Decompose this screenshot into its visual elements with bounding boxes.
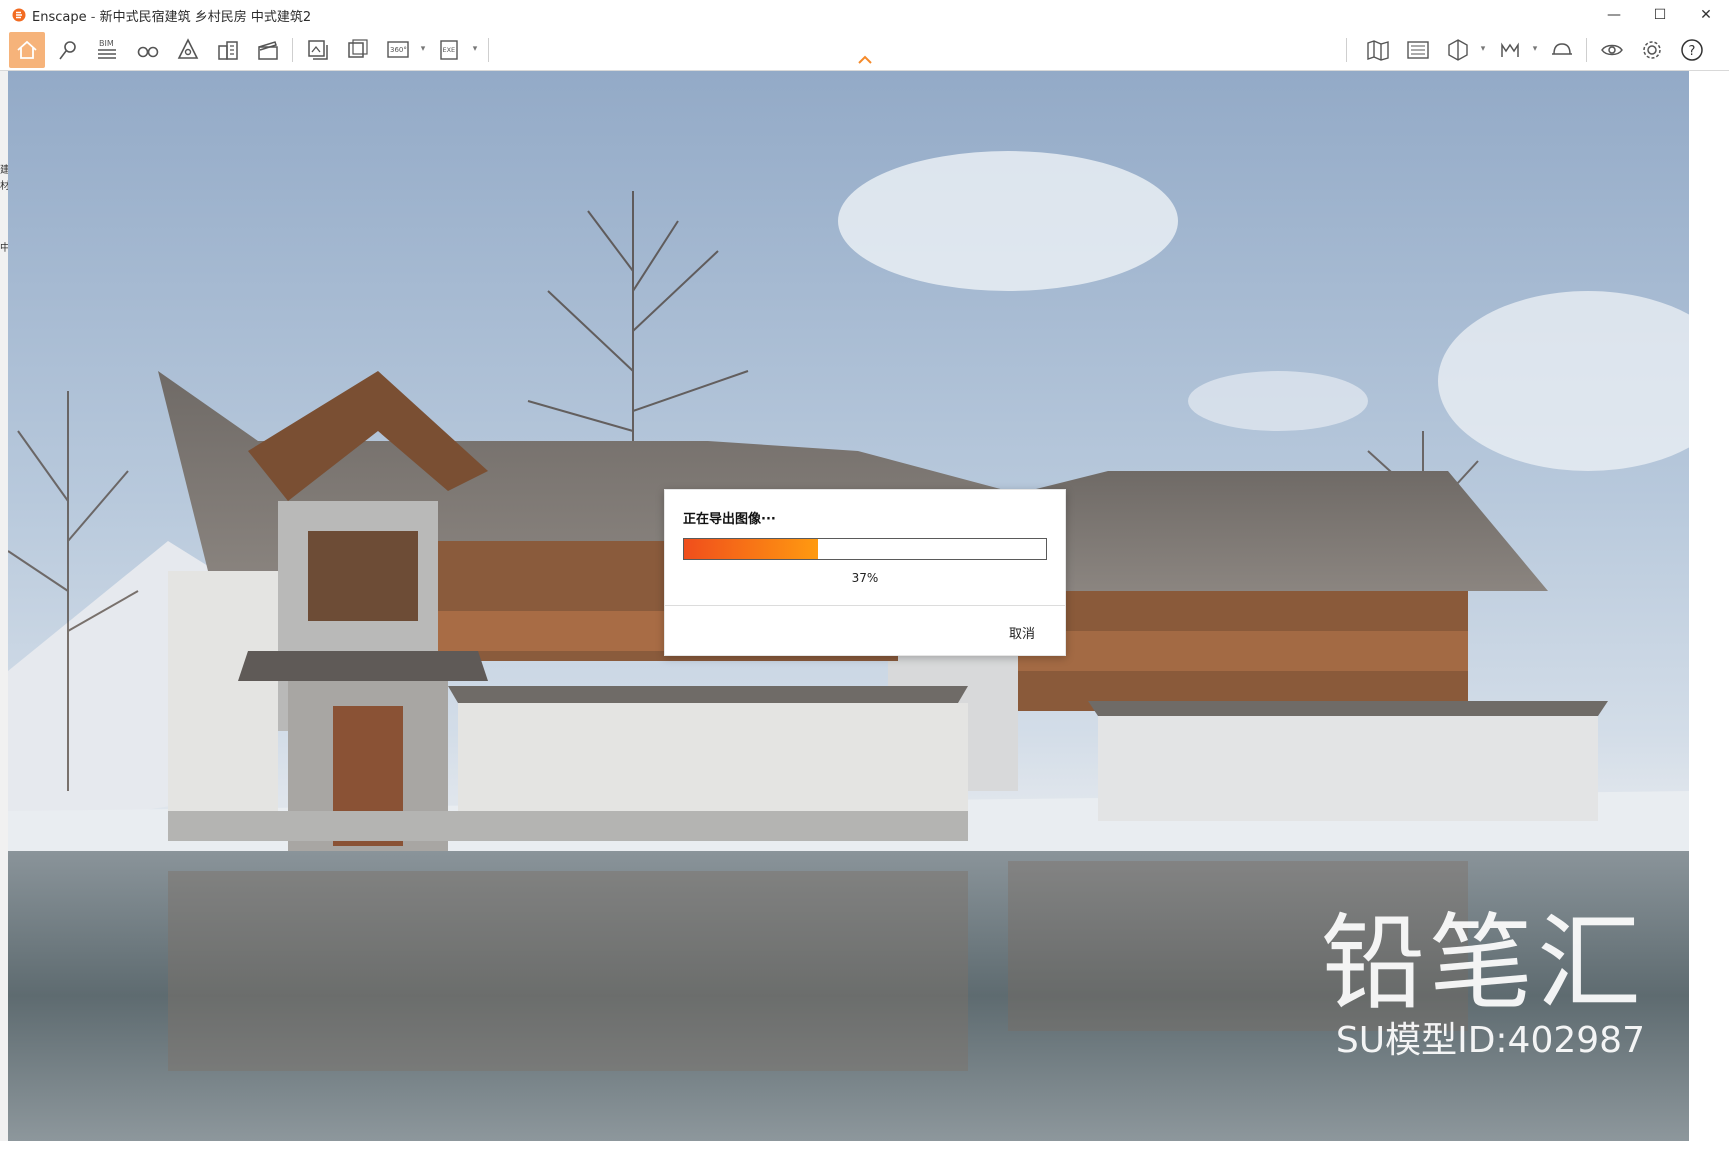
svg-text:?: ? bbox=[1689, 44, 1696, 59]
left-host-window-strip: 建 材 中 bbox=[0, 71, 10, 1141]
watermark-model-id: SU模型ID:402987 bbox=[1335, 1020, 1645, 1061]
asset-library-icon bbox=[177, 38, 199, 59]
home-icon bbox=[17, 40, 37, 59]
sections-dropdown-chevron-icon[interactable]: ▾ bbox=[1478, 44, 1488, 54]
collaborative-annotation-button[interactable] bbox=[1544, 32, 1580, 68]
cloud bbox=[838, 151, 1178, 291]
panorama-360-icon: 360° bbox=[387, 41, 409, 58]
batch-render-icon bbox=[348, 39, 368, 58]
map-button[interactable] bbox=[1360, 32, 1396, 68]
help-button[interactable]: ? bbox=[1674, 32, 1710, 68]
help-icon: ? bbox=[1681, 39, 1703, 61]
export-dropdown-chevron-icon[interactable]: ▾ bbox=[470, 44, 480, 54]
toolbar-separator bbox=[1586, 38, 1587, 62]
title-bar: Enscape - 新中式民宿建筑 乡村民房 中式建筑2 — ☐ ✕ bbox=[0, 0, 1729, 30]
clapperboard-icon bbox=[258, 41, 278, 60]
left-white-wall bbox=[168, 571, 278, 841]
collapse-toolbar-chevron-icon[interactable] bbox=[856, 52, 874, 66]
watermark: 铅笔汇 SU模型ID:402987 bbox=[1321, 911, 1645, 1061]
settings-button[interactable] bbox=[1634, 32, 1670, 68]
progress-bar bbox=[683, 538, 1047, 560]
vr-icon bbox=[1501, 42, 1519, 57]
cloud bbox=[1188, 371, 1368, 431]
minimap-button[interactable] bbox=[1400, 32, 1436, 68]
svg-text:BIM: BIM bbox=[99, 39, 114, 48]
map-icon bbox=[1367, 40, 1389, 61]
cube-icon bbox=[1448, 39, 1468, 61]
right-lower-wall bbox=[1098, 711, 1598, 821]
panorama-dropdown-chevron-icon[interactable]: ▾ bbox=[418, 44, 428, 54]
reflection bbox=[168, 871, 968, 1071]
gear-icon bbox=[1643, 41, 1661, 59]
progress-bar-fill bbox=[684, 539, 818, 559]
progress-percent: 37% bbox=[851, 571, 879, 585]
hardhat-icon bbox=[1552, 43, 1572, 55]
minimap-icon bbox=[1407, 41, 1429, 59]
minimize-button[interactable]: — bbox=[1591, 0, 1637, 30]
batch-render-button[interactable] bbox=[340, 32, 376, 68]
enscape-logo-icon bbox=[12, 8, 26, 22]
close-button[interactable]: ✕ bbox=[1683, 0, 1729, 30]
right-wall-cap bbox=[1088, 701, 1608, 716]
porch-roof bbox=[238, 651, 488, 681]
video-editor-button[interactable] bbox=[250, 32, 286, 68]
toolbar-separator bbox=[1346, 38, 1347, 62]
maximize-button[interactable]: ☐ bbox=[1637, 0, 1683, 30]
dialog-title: 正在导出图像··· bbox=[683, 512, 776, 527]
courtyard-wall bbox=[458, 703, 968, 813]
plinth bbox=[168, 811, 968, 841]
dialog-divider bbox=[665, 605, 1065, 606]
home-button[interactable] bbox=[9, 32, 45, 68]
toolbar: BIM 360° ▾ EXE ▾ ▾ ▾ ? bbox=[0, 30, 1729, 71]
sections-button[interactable] bbox=[1440, 32, 1476, 68]
right-host-window-strip bbox=[1689, 71, 1729, 1141]
right-balcony bbox=[1018, 631, 1468, 671]
binoculars-icon bbox=[137, 46, 159, 58]
toolbar-separator bbox=[292, 38, 293, 62]
cancel-button[interactable]: 取消 bbox=[1009, 623, 1035, 642]
buildings-icon bbox=[218, 41, 238, 60]
vr-dropdown-chevron-icon[interactable]: ▾ bbox=[1530, 44, 1540, 54]
bottom-host-window-strip bbox=[0, 1141, 1729, 1151]
sync-button[interactable] bbox=[210, 32, 246, 68]
wall-cap bbox=[448, 686, 968, 703]
svg-text:EXE: EXE bbox=[443, 46, 456, 54]
export-exe-button[interactable]: EXE bbox=[432, 32, 468, 68]
views-button[interactable] bbox=[130, 32, 166, 68]
watermark-brand: 铅笔汇 bbox=[1320, 902, 1645, 1024]
map-pin-icon bbox=[59, 41, 76, 60]
visual-settings-button[interactable] bbox=[1594, 32, 1630, 68]
eye-icon bbox=[1601, 44, 1623, 56]
svg-text:360°: 360° bbox=[390, 46, 407, 54]
export-exe-icon: EXE bbox=[440, 40, 458, 60]
export-progress-dialog: 正在导出图像··· 37% 取消 bbox=[664, 489, 1066, 656]
gable-window bbox=[308, 531, 418, 621]
render-image-icon bbox=[308, 40, 328, 60]
bim-button[interactable]: BIM bbox=[90, 32, 126, 68]
bim-icon: BIM bbox=[98, 39, 116, 59]
panorama-button[interactable]: 360° bbox=[380, 32, 416, 68]
asset-library-button[interactable] bbox=[170, 32, 206, 68]
location-button[interactable] bbox=[50, 32, 86, 68]
toolbar-separator bbox=[488, 38, 489, 62]
vr-headset-button[interactable] bbox=[1492, 32, 1528, 68]
render-image-button[interactable] bbox=[300, 32, 336, 68]
window-title: Enscape - 新中式民宿建筑 乡村民房 中式建筑2 bbox=[32, 9, 312, 25]
cloud bbox=[1438, 291, 1689, 471]
